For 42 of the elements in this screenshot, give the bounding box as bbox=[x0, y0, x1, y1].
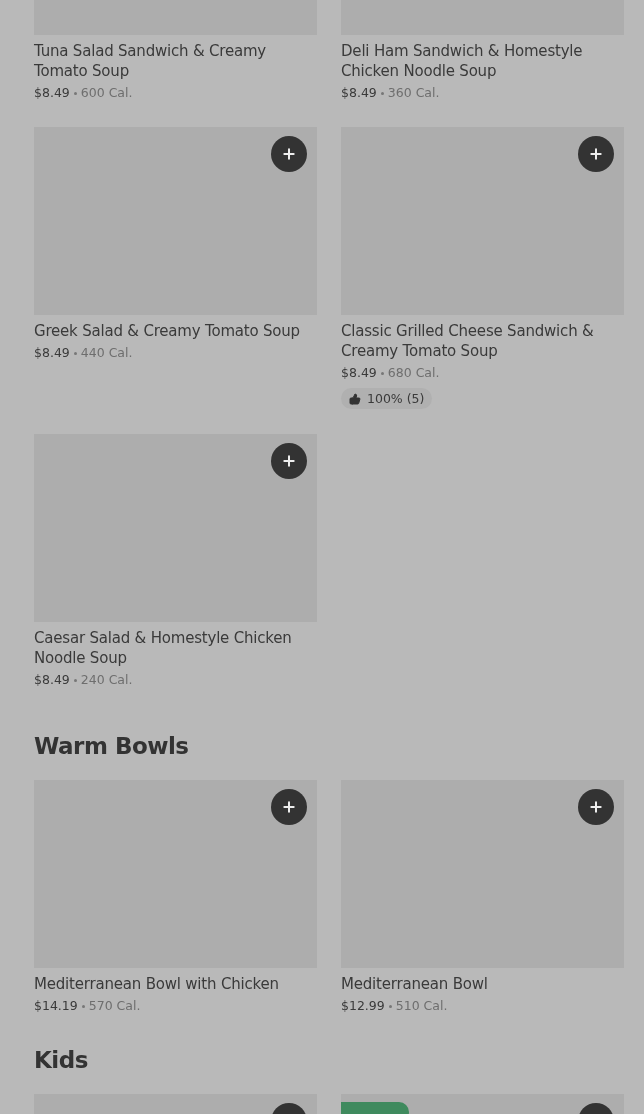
dish-calories: 600 Cal. bbox=[80, 84, 133, 102]
add-button[interactable] bbox=[271, 443, 307, 479]
separator-dot bbox=[380, 371, 384, 375]
dish-calories: 440 Cal. bbox=[80, 344, 133, 362]
dish-name: Mediterranean Bowl bbox=[341, 974, 489, 994]
dish-price: $12.99 bbox=[341, 997, 385, 1015]
dish-name: Classic Grilled Cheese Sandwich & Creamy Tomato Soup bbox=[341, 321, 595, 361]
plus-icon bbox=[281, 146, 297, 162]
plus-icon bbox=[281, 799, 297, 815]
dish-name: Caesar Salad & Homestyle Chicken Noodle Soup bbox=[34, 628, 293, 668]
add-button[interactable] bbox=[578, 136, 614, 172]
dish-price: $8.49 bbox=[34, 344, 70, 362]
dish-calories: 680 Cal. bbox=[387, 364, 440, 382]
dish-name: Greek Salad & Creamy Tomato Soup bbox=[34, 321, 301, 341]
add-button[interactable] bbox=[271, 789, 307, 825]
separator-dot bbox=[73, 678, 77, 682]
dish-name: Deli Ham Sandwich & Homestyle Chicken Noodle Soup bbox=[341, 41, 584, 81]
dish-calories: 240 Cal. bbox=[80, 671, 133, 689]
dish-price: $14.19 bbox=[34, 997, 78, 1015]
dish-name: Tuna Salad Sandwich & Creamy Tomato Soup bbox=[34, 41, 267, 81]
dish-calories: 510 Cal. bbox=[395, 997, 448, 1015]
separator-dot bbox=[388, 1004, 392, 1008]
separator-dot bbox=[81, 1004, 85, 1008]
thumbs-up-icon bbox=[349, 392, 361, 405]
dish-price: $8.49 bbox=[34, 84, 70, 102]
separator-dot bbox=[73, 91, 77, 95]
dish-price: $8.49 bbox=[34, 671, 70, 689]
plus-icon bbox=[588, 146, 604, 162]
separator-dot bbox=[380, 91, 384, 95]
plus-icon bbox=[588, 799, 604, 815]
dish-name: Mediterranean Bowl with Chicken bbox=[34, 974, 280, 994]
section-heading: Warm Bowls bbox=[34, 733, 190, 759]
rating-text: 100% (5) bbox=[367, 391, 425, 406]
add-button[interactable] bbox=[271, 136, 307, 172]
plus-icon bbox=[281, 453, 297, 469]
separator-dot bbox=[73, 351, 77, 355]
dish-price: $8.49 bbox=[341, 84, 377, 102]
add-button[interactable] bbox=[578, 789, 614, 825]
section-heading: Kids bbox=[34, 1047, 89, 1073]
dish-calories: 360 Cal. bbox=[387, 84, 440, 102]
dish-price: $8.49 bbox=[341, 364, 377, 382]
dish-calories: 570 Cal. bbox=[88, 997, 141, 1015]
